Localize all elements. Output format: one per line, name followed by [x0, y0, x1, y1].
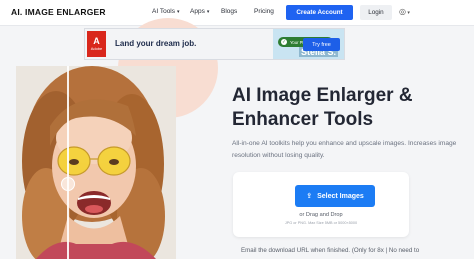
ad-banner[interactable]: A Adobe Land your dream job. ✓Your PDF i… [84, 28, 345, 60]
select-images-button[interactable]: ⇪ Select Images [295, 185, 375, 207]
email-notice: Email the download URL when finished. (O… [241, 247, 420, 254]
page-title: AI Image Enlarger & Enhancer Tools [232, 85, 413, 130]
compare-slider-line[interactable] [67, 66, 69, 259]
chevron-down-icon: ▾ [206, 9, 210, 15]
page-subtitle: All-in-one AI toolkits help you enhance … [232, 140, 457, 159]
nav-item-apps[interactable]: Apps ▾ [190, 8, 209, 15]
before-after-photo[interactable] [16, 66, 176, 259]
nav-item-label: Apps [190, 8, 205, 15]
drag-drop-text: or Drag and Drop [299, 212, 343, 218]
nav-item-label: Pricing [254, 8, 274, 15]
create-account-button[interactable]: Create Account [286, 5, 353, 20]
chevron-down-icon: ▾ [405, 10, 410, 16]
globe-icon: ◎ [399, 7, 406, 16]
top-nav: AI. IMAGE ENLARGER AI Tools ▾ Apps ▾ Blogs… [0, 0, 474, 26]
login-button[interactable]: Login [360, 5, 392, 20]
ad-brand: Adobe [90, 46, 103, 51]
check-icon: ✓ [281, 39, 287, 45]
upload-icon: ⇪ [306, 193, 313, 200]
site-logo[interactable]: AI. IMAGE ENLARGER [11, 7, 106, 17]
adobe-logo: A Adobe [87, 31, 106, 57]
chevron-down-icon: ▾ [177, 9, 180, 15]
ad-headline: Land your dream job. [115, 39, 197, 48]
ad-cta-button[interactable]: Try free [303, 38, 340, 51]
nav-item-blogs[interactable]: Blogs [221, 8, 237, 15]
upload-card[interactable]: ⇪ Select Images or Drag and Drop JPG or P… [233, 172, 409, 237]
compare-slider-handle[interactable] [61, 177, 75, 191]
portrait-image [16, 66, 176, 259]
nav-item-pricing[interactable]: Pricing [254, 8, 274, 15]
language-selector[interactable]: ◎ ▾ [399, 7, 410, 16]
nav-item-ai-tools[interactable]: AI Tools ▾ [152, 8, 180, 15]
adobe-logo-icon: A [93, 36, 100, 46]
file-format-hint: JPG or PNG. Max Size 5MB or 5000×5000 [284, 221, 358, 225]
nav-item-label: AI Tools [152, 8, 176, 15]
select-images-label: Select Images [317, 192, 364, 200]
nav-item-label: Blogs [221, 8, 238, 15]
